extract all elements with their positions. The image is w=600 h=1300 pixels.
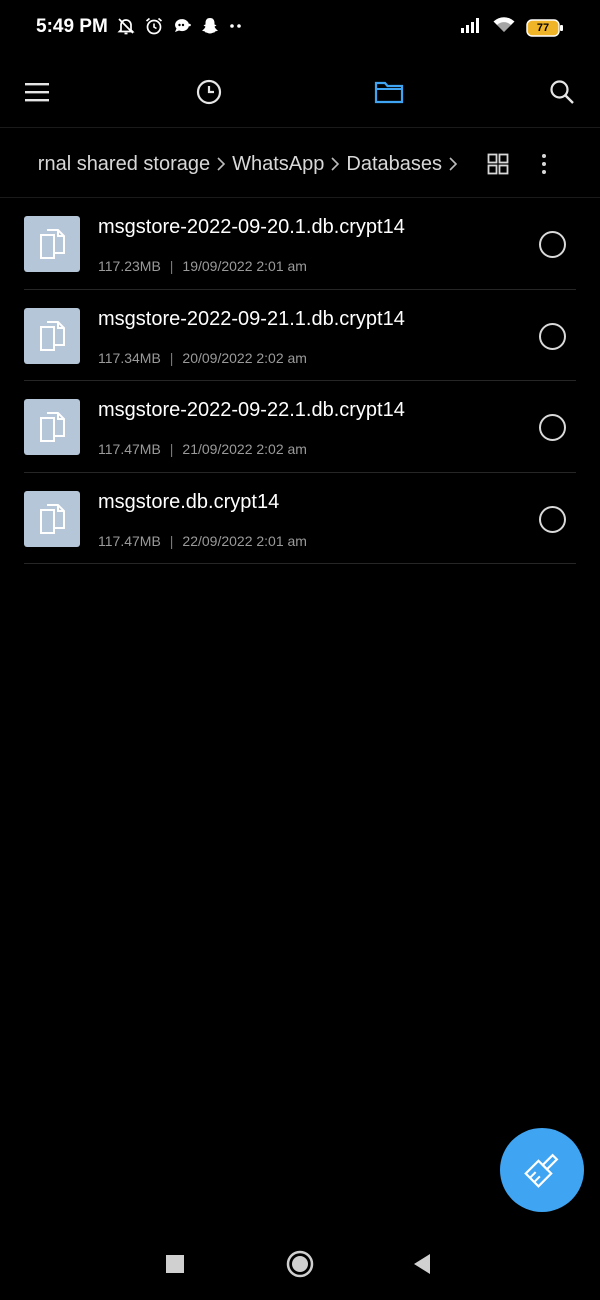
- file-date: 22/09/2022 2:01 am: [182, 532, 307, 549]
- folder-icon[interactable]: [367, 70, 411, 114]
- list-item[interactable]: msgstore.db.crypt14 117.47MB | 22/09/2022 …: [24, 473, 576, 564]
- home-circle-icon[interactable]: [280, 1244, 320, 1284]
- recents-square-icon[interactable]: [155, 1244, 195, 1284]
- select-checkbox[interactable]: [539, 322, 566, 350]
- file-size: 117.23MB: [98, 258, 161, 274]
- file-name: msgstore-2022-09-21.1.db.crypt14: [98, 307, 405, 330]
- file-list: msgstore-2022-09-20.1.db.crypt14 117.23M…: [24, 198, 576, 564]
- status-time: 5:49 PM: [36, 16, 108, 37]
- status-icons-left: [116, 16, 244, 36]
- file-size: 117.47MB: [98, 441, 161, 457]
- select-checkbox[interactable]: [539, 231, 566, 258]
- file-meta: 117.34MB | 20/09/2022 2:02 am: [98, 350, 307, 366]
- document-file-icon: [24, 307, 80, 364]
- file-name: msgstore-2022-09-22.1.db.crypt14: [98, 399, 405, 421]
- meta-separator: |: [169, 258, 174, 274]
- grid-view-icon[interactable]: [476, 142, 520, 186]
- meta-separator: |: [169, 441, 174, 457]
- document-file-icon: [24, 399, 80, 455]
- status-bar: 5:49 PM 77: [0, 0, 600, 56]
- search-icon[interactable]: [540, 70, 584, 114]
- file-meta: 117.47MB | 22/09/2022 2:01 am: [98, 533, 307, 549]
- file-name: msgstore-2022-09-20.1.db.crypt14: [98, 216, 405, 238]
- more-vertical-icon[interactable]: [522, 142, 566, 186]
- breadcrumb-item-whatsapp[interactable]: WhatsApp: [232, 153, 324, 176]
- more-dots-icon: [228, 16, 244, 36]
- broom-clean-icon: [522, 1150, 562, 1190]
- chat-bubble-icon: [172, 16, 192, 36]
- breadcrumb-row: rnal shared storage WhatsApp Databases: [0, 130, 600, 198]
- meta-separator: |: [169, 349, 174, 366]
- list-item[interactable]: msgstore-2022-09-21.1.db.crypt14 117.34M…: [24, 290, 576, 381]
- chevron-right-icon: [448, 155, 458, 173]
- clean-fab-button[interactable]: [500, 1128, 584, 1212]
- bell-off-icon: [116, 16, 136, 36]
- file-size: 117.34MB: [98, 349, 161, 366]
- file-meta: 117.23MB | 19/09/2022 2:01 am: [98, 258, 307, 274]
- select-checkbox[interactable]: [539, 414, 566, 441]
- system-nav-bar: [0, 1230, 600, 1300]
- signal-icon: [460, 16, 482, 39]
- document-file-icon: [24, 490, 80, 547]
- file-meta: 117.47MB | 21/09/2022 2:02 am: [98, 441, 307, 457]
- snapchat-icon: [200, 16, 220, 36]
- chevron-right-icon: [330, 155, 340, 173]
- menu-icon[interactable]: [15, 70, 59, 114]
- file-date: 21/09/2022 2:02 am: [182, 441, 307, 457]
- back-triangle-icon[interactable]: [402, 1244, 442, 1284]
- file-date: 20/09/2022 2:02 am: [182, 349, 307, 366]
- alarm-icon: [144, 16, 164, 36]
- file-size: 117.47MB: [98, 532, 161, 549]
- breadcrumb: rnal shared storage WhatsApp Databases: [0, 130, 470, 198]
- list-item[interactable]: msgstore-2022-09-22.1.db.crypt14 117.47M…: [24, 381, 576, 473]
- status-icons-right: 77: [460, 16, 564, 39]
- chevron-right-icon: [216, 155, 226, 173]
- battery-level: 77: [536, 21, 550, 34]
- battery-icon: 77: [526, 18, 564, 37]
- meta-separator: |: [169, 532, 174, 549]
- file-name: msgstore.db.crypt14: [98, 490, 280, 513]
- breadcrumb-item-storage[interactable]: rnal shared storage: [38, 153, 210, 176]
- select-checkbox[interactable]: [539, 505, 566, 533]
- wifi-icon: [492, 16, 516, 39]
- history-clock-icon[interactable]: [187, 70, 231, 114]
- breadcrumb-item-databases[interactable]: Databases: [346, 153, 442, 176]
- file-date: 19/09/2022 2:01 am: [182, 258, 307, 274]
- list-item[interactable]: msgstore-2022-09-20.1.db.crypt14 117.23M…: [24, 198, 576, 290]
- document-file-icon: [24, 216, 80, 272]
- top-toolbar: [0, 56, 600, 128]
